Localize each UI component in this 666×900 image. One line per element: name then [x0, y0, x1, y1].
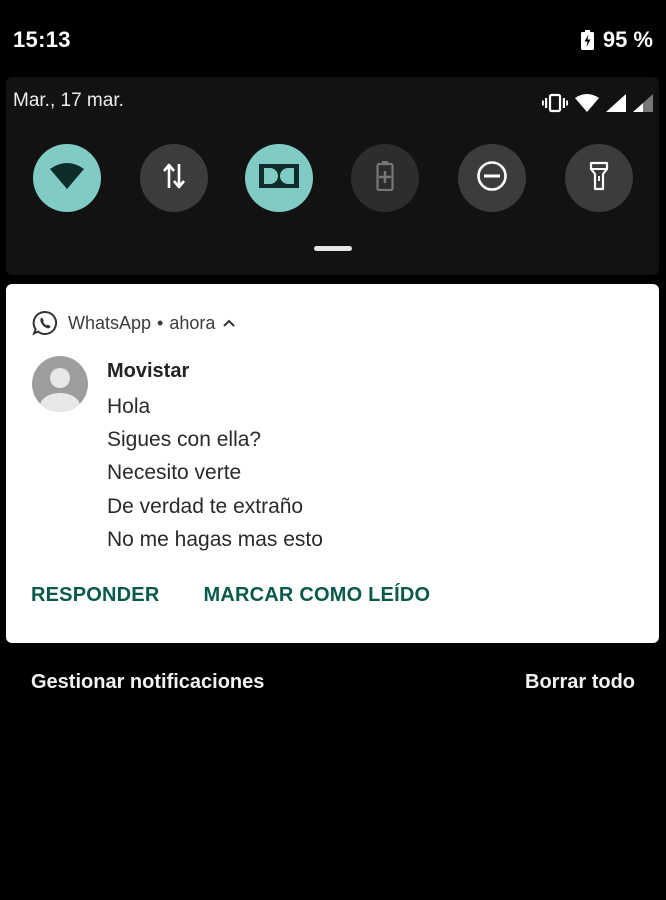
qs-drag-handle[interactable]	[314, 246, 352, 251]
notification-header[interactable]: WhatsApp • ahora	[32, 310, 236, 336]
avatar	[32, 356, 88, 412]
manage-notifications-button[interactable]: Gestionar notificaciones	[31, 671, 264, 694]
message-line: Hola	[107, 395, 151, 418]
reply-button[interactable]: RESPONDER	[31, 584, 160, 607]
qs-tile-wifi[interactable]	[33, 144, 101, 212]
quick-settings-panel: Mar., 17 mar.	[6, 77, 659, 275]
qs-tile-do-not-disturb[interactable]	[458, 144, 526, 212]
battery-charging-icon	[580, 30, 594, 50]
message-list: Hola Sigues con ella? Necesito verte De …	[107, 390, 323, 556]
whatsapp-notification[interactable]: WhatsApp • ahora Movistar Hola Sigues co…	[6, 284, 659, 643]
mark-as-read-button[interactable]: MARCAR COMO LEÍDO	[204, 584, 431, 607]
qs-tiles-row	[33, 144, 633, 214]
chevron-up-icon[interactable]	[223, 319, 236, 327]
vibrate-icon	[542, 93, 568, 118]
notification-time: ahora	[169, 312, 216, 333]
message-line: No me hagas mas esto	[107, 527, 323, 551]
whatsapp-icon	[32, 310, 58, 336]
do-not-disturb-icon	[476, 160, 508, 197]
qs-tile-flashlight[interactable]	[565, 144, 633, 212]
qs-date[interactable]: Mar., 17 mar.	[13, 90, 124, 112]
status-right: 95 %	[580, 27, 653, 53]
mobile-data-icon	[163, 162, 185, 195]
battery-percent: 95 %	[602, 27, 653, 52]
message-line: Necesito verte	[107, 461, 242, 485]
sender-name: Movistar	[107, 360, 190, 382]
wifi-icon	[50, 162, 84, 194]
wifi-signal-icon	[575, 94, 599, 117]
flashlight-icon	[589, 161, 609, 196]
cell-signal-icon	[606, 94, 626, 117]
notification-actions: RESPONDER MARCAR COMO LEÍDO	[31, 584, 430, 607]
dolby-icon	[259, 163, 299, 193]
status-bar: 15:13 95 %	[0, 0, 666, 76]
qs-tile-dolby[interactable]	[245, 144, 313, 212]
battery-saver-icon	[376, 160, 394, 196]
person-icon	[40, 368, 80, 412]
cell-signal-weak-icon	[633, 94, 653, 117]
status-time: 15:13	[13, 27, 71, 52]
qs-tile-mobile-data[interactable]	[140, 144, 208, 212]
qs-tile-battery-saver[interactable]	[351, 144, 419, 212]
qs-system-icons	[542, 93, 653, 118]
message-line: De verdad te extraño	[107, 494, 304, 518]
clear-all-button[interactable]: Borrar todo	[525, 671, 635, 694]
message-line: Sigues con ella?	[107, 428, 262, 452]
header-separator: •	[157, 312, 164, 333]
app-name: WhatsApp	[68, 312, 152, 333]
